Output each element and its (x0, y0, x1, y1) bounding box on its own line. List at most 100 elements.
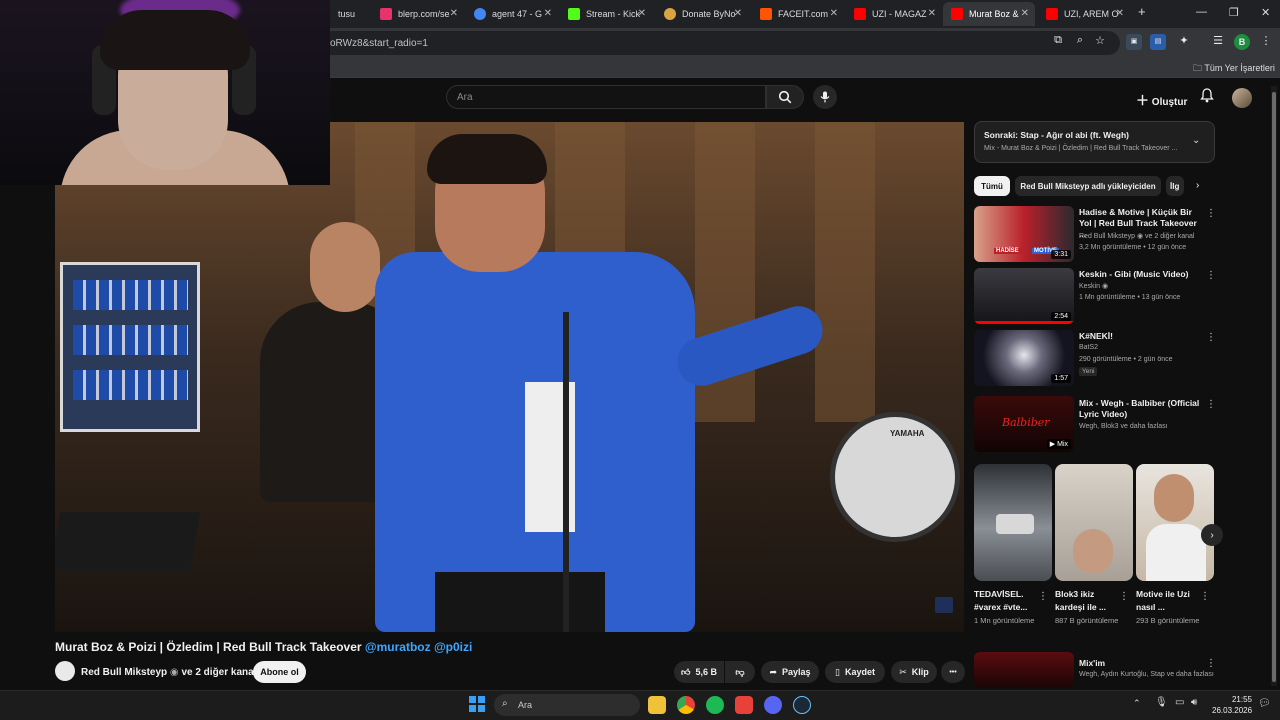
red-bull-watermark-icon[interactable] (935, 597, 953, 613)
chip-from-uploader[interactable]: Red Bull Miksteyp adlı yükleyiciden (1015, 176, 1161, 196)
short-title[interactable]: TEDAVİSEL. #varex #vte... (974, 588, 1042, 614)
extension-icon[interactable]: ▣ (1126, 34, 1142, 50)
close-icon[interactable]: ✕ (1021, 8, 1029, 19)
more-vert-icon[interactable]: ⋮ (1206, 658, 1216, 669)
video-thumbnail[interactable]: Balbiber ▶ Mix (974, 396, 1074, 452)
notifications-bell-icon[interactable] (1200, 88, 1214, 106)
recommendation-channel[interactable]: BatS2 (1079, 344, 1098, 351)
tab-uzi-arem[interactable]: UZI, AREM O ✕ (1038, 2, 1130, 26)
subscribe-button[interactable]: Abone ol (253, 661, 306, 683)
search-input[interactable]: Ara (446, 85, 766, 109)
tab-google[interactable]: agent 47 - G ✕ (466, 2, 558, 26)
more-vert-icon[interactable]: ⋮ (1206, 332, 1216, 343)
more-actions-button[interactable]: ••• (941, 661, 965, 683)
profile-avatar[interactable]: B (1234, 34, 1250, 50)
clip-button[interactable]: ✂ Klip (891, 661, 937, 683)
more-vert-icon[interactable]: ⋮ (1119, 591, 1129, 602)
stream-app-icon[interactable] (735, 696, 753, 714)
extensions-puzzle-icon[interactable]: ✦ (1176, 34, 1192, 50)
chip-all[interactable]: Tümü (974, 176, 1010, 196)
video-thumbnail[interactable]: 2:54 (974, 268, 1074, 324)
volume-icon[interactable]: 🔊︎ (1191, 697, 1197, 708)
system-clock[interactable]: 21:55 26.03.2026 (1212, 694, 1252, 716)
close-icon[interactable]: ✕ (928, 8, 936, 19)
recommendation-title[interactable]: Mix - Wegh - Balbiber (Official Lyric Vi… (1079, 398, 1201, 420)
channel-name[interactable]: Red Bull Miksteyp ◉ ve 2 diğer kanal (81, 667, 256, 678)
extension-icon[interactable]: ▤ (1150, 34, 1166, 50)
menu-kebab-icon[interactable]: ⋮ (1258, 34, 1274, 50)
close-icon[interactable]: ✕ (830, 8, 838, 19)
windows-start-icon[interactable] (469, 696, 485, 712)
mix-thumbnail[interactable] (974, 652, 1074, 688)
taskbar-search[interactable]: Ara (494, 694, 640, 716)
spotify-icon[interactable] (706, 696, 724, 714)
dislike-button[interactable]: 👎︎ (725, 661, 755, 683)
video-thumbnail[interactable]: HADİSE MOTİVE 3:31 (974, 206, 1074, 262)
up-next-title[interactable]: Sonraki: Stap - Ağır ol abi (ft. Wegh) (984, 130, 1129, 140)
save-button[interactable]: ▯ Kaydet (825, 661, 885, 683)
more-vert-icon[interactable]: ⋮ (1206, 270, 1216, 281)
minimize-icon[interactable]: — (1196, 6, 1207, 18)
tab-faceit[interactable]: FACEIT.com ✕ (752, 2, 844, 26)
bookmark-star-icon[interactable]: ☆ (1092, 34, 1108, 50)
chevron-up-icon[interactable]: ⌃ (1133, 698, 1141, 709)
close-icon[interactable]: ✕ (638, 8, 646, 19)
short-thumbnail[interactable] (1136, 464, 1214, 581)
channel-name-text[interactable]: Red Bull Miksteyp (81, 667, 167, 678)
tab-blerp[interactable]: blerp.com/se ✕ (372, 2, 464, 26)
network-icon[interactable]: ▭ (1175, 697, 1184, 708)
video-title-mentions[interactable]: @muratboz @p0izi (365, 640, 472, 654)
notification-center-icon[interactable]: 💬︎ (1258, 698, 1271, 709)
recommendation-channel[interactable]: Keskin ◉ (1079, 282, 1108, 290)
channel-text[interactable]: Keskin (1079, 283, 1100, 290)
more-vert-icon[interactable]: ⋮ (1200, 591, 1210, 602)
search-button[interactable] (766, 85, 804, 109)
video-player[interactable]: YAMAHA (55, 122, 964, 632)
channel-avatar[interactable] (55, 661, 75, 681)
video-thumbnail[interactable]: 1:57 (974, 330, 1074, 386)
new-tab-button[interactable]: + (1138, 4, 1146, 19)
share-button[interactable]: ➦ Paylaş (761, 661, 819, 683)
chevron-right-icon[interactable]: › (1196, 180, 1199, 191)
more-vert-icon[interactable]: ⋮ (1038, 591, 1048, 602)
more-vert-icon[interactable]: ⋮ (1206, 399, 1216, 410)
tab-kick[interactable]: Stream - Kick ✕ (560, 2, 652, 26)
voice-search-button[interactable] (813, 85, 837, 109)
install-app-icon[interactable]: ⧉ (1050, 34, 1066, 50)
channel-extra[interactable]: ve 2 diğer kanal (181, 667, 256, 678)
discord-icon[interactable] (764, 696, 782, 714)
more-vert-icon[interactable]: ⋮ (1206, 208, 1216, 219)
file-explorer-icon[interactable] (648, 696, 666, 714)
channel-text[interactable]: Red Bull Miksteyp (1079, 233, 1135, 240)
close-window-icon[interactable]: ✕ (1261, 6, 1270, 19)
steam-icon[interactable] (793, 696, 811, 714)
close-icon[interactable]: ✕ (1116, 8, 1124, 19)
zoom-icon[interactable]: ⌕ (1072, 34, 1088, 50)
close-icon[interactable]: ✕ (544, 8, 552, 19)
tab-murat-boz-active[interactable]: Murat Boz & ✕ (943, 2, 1035, 26)
up-next-panel[interactable] (974, 121, 1215, 163)
address-bar[interactable]: oRWz8&start_radio=1 (300, 31, 1120, 55)
recommendation-title[interactable]: K#NEKİ! (1079, 331, 1201, 342)
create-button[interactable]: ＋ Oluştur (1136, 90, 1187, 109)
short-title[interactable]: Motive ile Uzi nasıl ... (1136, 588, 1204, 614)
scrollbar-thumb[interactable] (1272, 92, 1276, 682)
tab-0[interactable]: tusu (330, 2, 368, 26)
url-text[interactable]: oRWz8&start_radio=1 (330, 38, 428, 49)
recommendation-title[interactable]: Keskin - Gibi (Music Video) (1079, 269, 1201, 280)
like-button[interactable]: 👍︎ 5,6 B (674, 661, 724, 683)
microphone-tray-icon[interactable]: 🎙︎ (1155, 697, 1168, 708)
account-avatar[interactable] (1232, 88, 1252, 108)
short-thumbnail[interactable] (974, 464, 1052, 581)
short-thumbnail[interactable] (1055, 464, 1133, 581)
recommendation-channel[interactable]: Red Bull Miksteyp ◉ ve 2 diğer kanal (1079, 232, 1194, 240)
chevron-down-icon[interactable]: ⌄ (1192, 135, 1200, 146)
shorts-next-button[interactable]: › (1201, 524, 1223, 546)
media-control-icon[interactable]: ☰ (1210, 34, 1226, 50)
tab-donate[interactable]: Donate ByNo ✕ (656, 2, 748, 26)
chip-related[interactable]: İlg (1166, 176, 1184, 196)
short-title[interactable]: Blok3 ikiz kardeşi ile ... (1055, 588, 1123, 614)
chrome-icon[interactable] (677, 696, 695, 714)
close-icon[interactable]: ✕ (450, 8, 458, 19)
all-bookmarks-button[interactable]: 🗀 Tüm Yer İşaretleri (1193, 61, 1275, 77)
